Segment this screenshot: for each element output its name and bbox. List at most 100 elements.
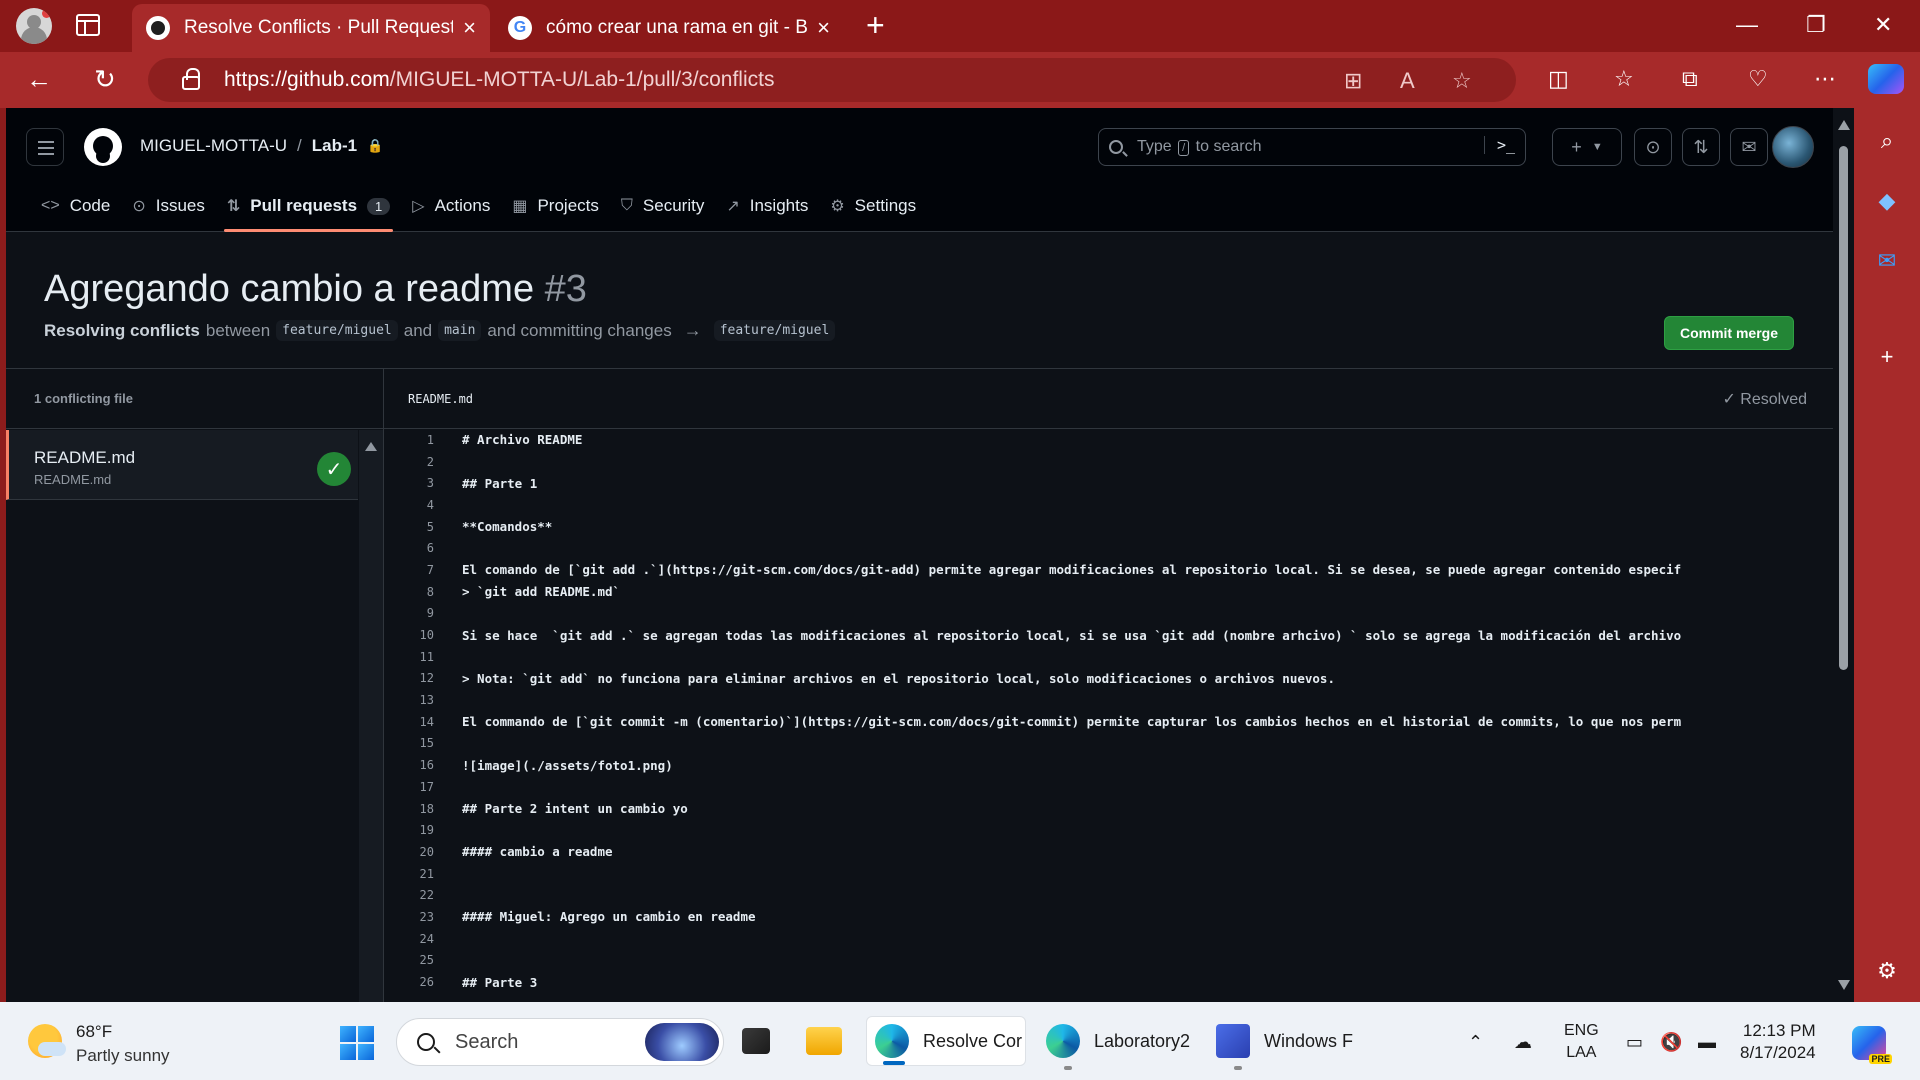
copilot-icon[interactable]	[1868, 64, 1904, 94]
tab-security[interactable]: ⛉ Security	[610, 180, 715, 232]
taskbar-app-powershell[interactable]: Windows F	[1212, 1016, 1362, 1070]
inbox-icon[interactable]: ✉	[1730, 128, 1768, 166]
network-icon[interactable]: ▭	[1626, 1032, 1643, 1053]
code-line[interactable]: 2	[384, 451, 1833, 473]
favorite-star-icon[interactable]: ☆	[1452, 68, 1472, 94]
copilot-sidebar-icon[interactable]: ◆	[1874, 188, 1900, 214]
task-view-icon[interactable]	[742, 1016, 782, 1066]
sidebar-settings-icon[interactable]: ⚙	[1874, 958, 1900, 984]
show-hidden-icons-icon[interactable]: ⌃	[1468, 1032, 1483, 1053]
edge-icon	[875, 1024, 909, 1058]
code-line[interactable]: 25	[384, 950, 1833, 972]
minimize-icon[interactable]: —	[1736, 12, 1758, 38]
breadcrumb-owner[interactable]: MIGUEL-MOTTA-U	[140, 136, 287, 156]
code-line[interactable]: 17	[384, 776, 1833, 798]
code-line[interactable]: 10 Si se hace `git add .` se agregan toda…	[384, 624, 1833, 646]
global-search-input[interactable]: Type / to search >_	[1098, 128, 1526, 166]
file-list-scrollbar[interactable]	[359, 430, 383, 1002]
browser-tab[interactable]: G cómo crear una rama en git - Bu ×	[494, 4, 844, 52]
code-line[interactable]: 14 El commando de [`git commit -m (coment…	[384, 711, 1833, 733]
code-line[interactable]: 8 > `git add README.md`	[384, 581, 1833, 603]
weather-description[interactable]: Partly sunny	[76, 1046, 170, 1066]
code-line[interactable]: 20 #### cambio a readme	[384, 841, 1833, 863]
taskbar-search-input[interactable]: Search	[396, 1018, 724, 1066]
collections-icon[interactable]: ⧉	[1682, 66, 1698, 92]
tab-actions-icon[interactable]	[76, 14, 100, 36]
command-palette-icon[interactable]: >_	[1483, 136, 1515, 154]
profile-avatar-icon[interactable]	[16, 8, 52, 44]
volume-muted-icon[interactable]: 🔇	[1660, 1032, 1682, 1053]
taskbar-app-edge-laboratory[interactable]: Laboratory2	[1042, 1016, 1192, 1070]
code-line[interactable]: 16 ![image](./assets/foto1.png)	[384, 754, 1833, 776]
tab-code[interactable]: <> Code	[30, 180, 121, 232]
code-line[interactable]: 3 ## Parte 1	[384, 472, 1833, 494]
outlook-icon[interactable]: ✉	[1874, 248, 1900, 274]
code-line[interactable]: 21	[384, 863, 1833, 885]
base-branch-label[interactable]: main	[438, 320, 482, 341]
code-line[interactable]: 13	[384, 689, 1833, 711]
read-aloud-icon[interactable]: A	[1400, 68, 1415, 94]
app-available-icon[interactable]: ⊞	[1344, 68, 1362, 94]
browser-essentials-icon[interactable]: ♡	[1748, 66, 1768, 92]
close-window-icon[interactable]: ✕	[1874, 12, 1892, 38]
split-screen-icon[interactable]: ◫	[1548, 66, 1569, 92]
code-line[interactable]: 19	[384, 819, 1833, 841]
weather-temperature[interactable]: 68°F	[76, 1022, 112, 1042]
code-line[interactable]: 9	[384, 603, 1833, 625]
code-line[interactable]: 26 ## Parte 3	[384, 971, 1833, 993]
code-line[interactable]: 23 #### Miguel: Agrego un cambio en readm…	[384, 906, 1833, 928]
search-icon[interactable]: ⌕	[1874, 128, 1900, 154]
restore-icon[interactable]: ❐	[1806, 12, 1826, 38]
favorites-icon[interactable]: ☆	[1614, 66, 1634, 92]
github-logo-icon[interactable]	[84, 128, 122, 166]
tab-insights[interactable]: ↗ Insights	[715, 180, 819, 232]
code-line[interactable]: 4	[384, 494, 1833, 516]
code-line[interactable]: 22	[384, 884, 1833, 906]
browser-tab-active[interactable]: Resolve Conflicts · Pull Request # ×	[132, 4, 490, 52]
input-language[interactable]: ENG LAA	[1564, 1020, 1599, 1064]
create-new-button[interactable]: + ▼	[1552, 128, 1622, 166]
start-windows-icon[interactable]	[340, 1026, 374, 1060]
target-branch-label[interactable]: feature/miguel	[713, 320, 836, 341]
code-line[interactable]: 1 # Archivo README	[384, 429, 1833, 451]
file-explorer-icon[interactable]	[806, 1016, 846, 1066]
code-line[interactable]: 5 **Comandos**	[384, 516, 1833, 538]
add-sidebar-app-icon[interactable]: +	[1874, 344, 1900, 370]
page-scrollbar[interactable]	[1833, 108, 1854, 1002]
new-tab-icon[interactable]: +	[866, 9, 885, 41]
tab-actions[interactable]: ▷ Actions	[401, 180, 501, 232]
tab-pull-requests[interactable]: ⇅ Pull requests 1	[216, 180, 401, 232]
copilot-taskbar-icon[interactable]: PRE	[1852, 1026, 1892, 1064]
code-line[interactable]: 11	[384, 646, 1833, 668]
tab-projects[interactable]: ▦ Projects	[501, 180, 610, 232]
back-icon[interactable]: ←	[26, 64, 52, 94]
user-avatar[interactable]	[1772, 126, 1814, 168]
code-area[interactable]: 1 # Archivo README 2 3 ## Parte 1 4 5 **Comando…	[384, 429, 1833, 993]
battery-icon[interactable]: ▬	[1698, 1032, 1716, 1053]
tab-issues[interactable]: ⊙ Issues	[121, 180, 216, 232]
tab-settings[interactable]: ⚙ Settings	[819, 180, 927, 232]
taskbar-clock[interactable]: 12:13 PM 8/17/2024	[1740, 1020, 1816, 1064]
weather-partly-sunny-icon[interactable]	[28, 1024, 66, 1058]
code-line[interactable]: 7 El comando de [`git add .`](https://git…	[384, 559, 1833, 581]
code-line[interactable]: 12 > Nota: `git add` no funciona para eli…	[384, 668, 1833, 690]
code-line[interactable]: 24	[384, 928, 1833, 950]
url-field[interactable]: https://github.com/MIGUEL-MOTTA-U/Lab-1/…	[148, 58, 1516, 102]
taskbar-app-edge-github[interactable]: Resolve Cor	[866, 1016, 1026, 1066]
hamburger-menu-icon[interactable]	[26, 128, 64, 166]
close-tab-icon[interactable]: ×	[817, 17, 830, 39]
more-menu-icon[interactable]: ⋯	[1814, 66, 1836, 92]
close-tab-icon[interactable]: ×	[463, 17, 476, 39]
code-line[interactable]: 15	[384, 733, 1833, 755]
lock-icon[interactable]	[182, 68, 200, 90]
pull-requests-icon[interactable]: ⇅	[1682, 128, 1720, 166]
commit-merge-button[interactable]: Commit merge	[1664, 316, 1794, 350]
code-line[interactable]: 6	[384, 537, 1833, 559]
issues-icon[interactable]: ⊙	[1634, 128, 1672, 166]
onedrive-icon[interactable]: ☁	[1514, 1032, 1532, 1053]
code-line[interactable]: 18 ## Parte 2 intent un cambio yo	[384, 798, 1833, 820]
head-branch-label[interactable]: feature/miguel	[276, 320, 398, 341]
breadcrumb-repo[interactable]: Lab-1	[312, 136, 357, 156]
conflict-file-item[interactable]: README.md README.md ✓	[6, 430, 358, 500]
refresh-icon[interactable]: ↻	[94, 64, 116, 94]
